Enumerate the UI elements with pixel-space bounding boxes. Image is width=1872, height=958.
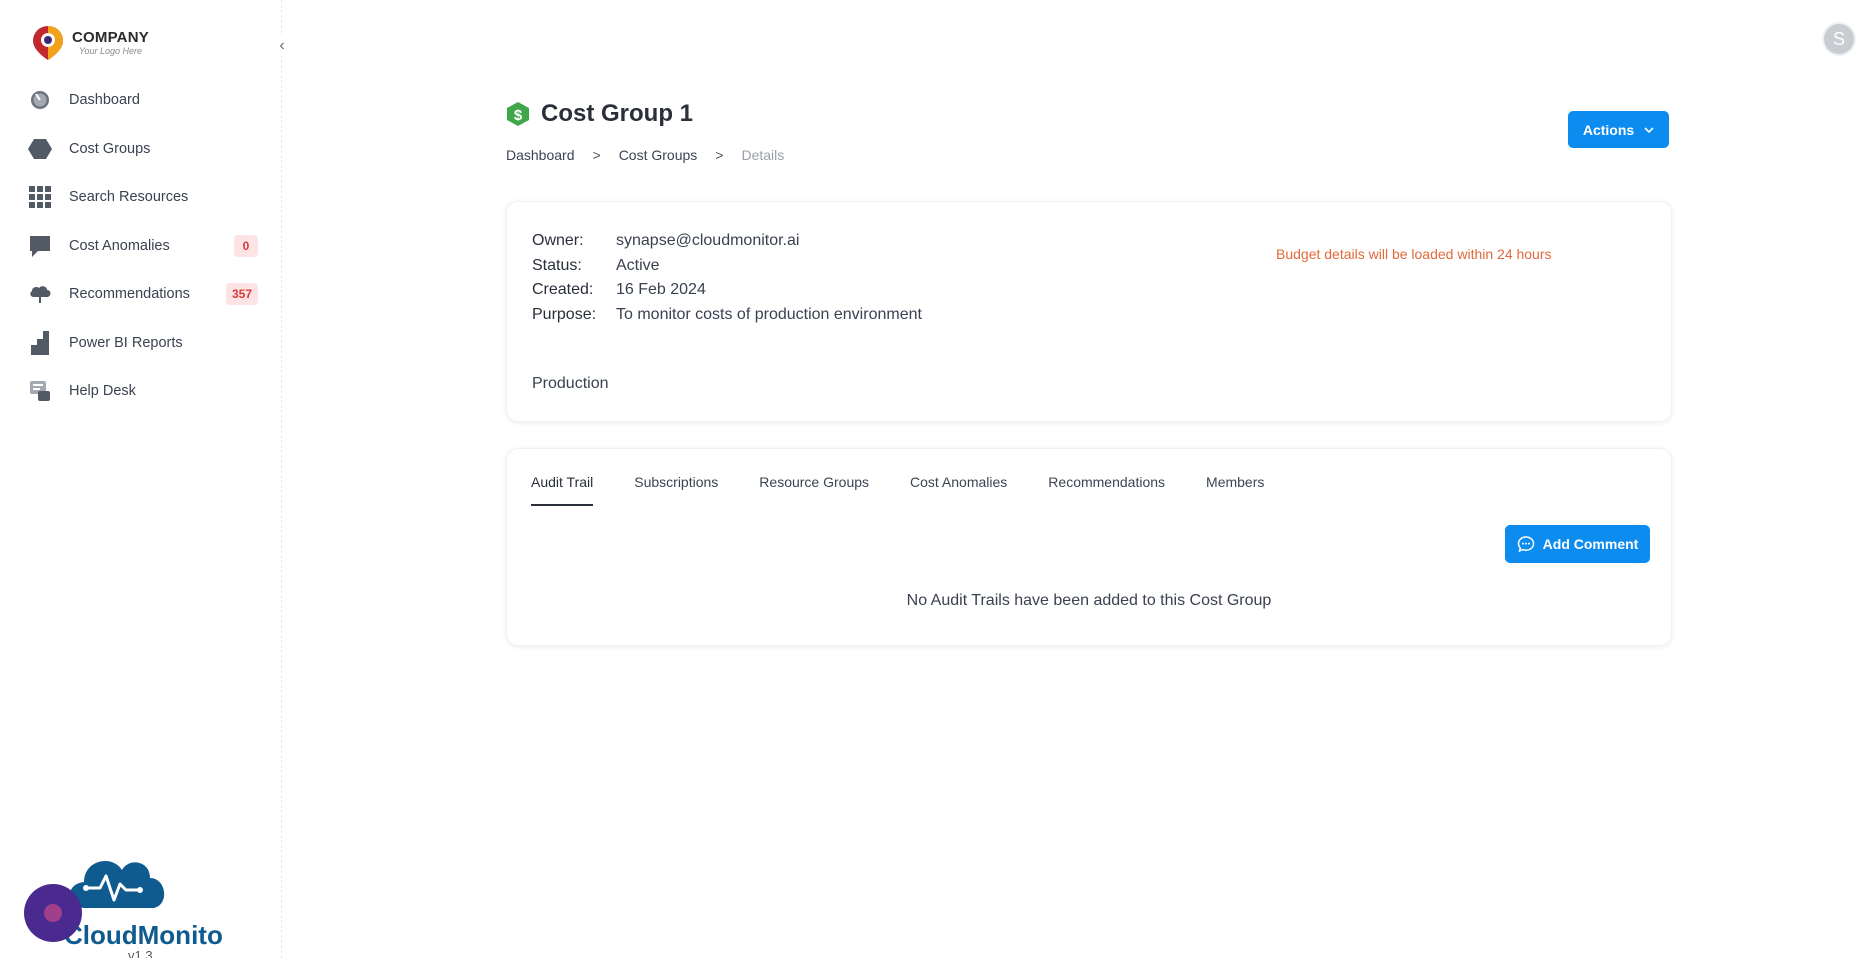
info-key: Owner:	[532, 232, 584, 250]
page-header: $ Cost Group 1	[505, 100, 693, 128]
sidebar-item-label: Power BI Reports	[69, 334, 183, 351]
hexagon-icon	[28, 137, 52, 161]
sidebar-item-label: Dashboard	[69, 92, 140, 109]
sidebar-nav: Dashboard Cost Groups Search Resources C…	[0, 76, 282, 416]
empty-state-message: No Audit Trails have been added to this …	[906, 592, 1272, 609]
app-version: v1.3	[128, 948, 153, 958]
environment-tag: Production	[532, 375, 609, 392]
logo-tagline: Your Logo Here	[79, 46, 143, 56]
breadcrumb-dashboard[interactable]: Dashboard	[506, 147, 575, 163]
dollar-hexagon-icon: $	[507, 102, 529, 126]
info-row-owner: Owner: synapse@cloudmonitor.ai	[532, 229, 922, 254]
sidebar-item-dashboard[interactable]: Dashboard	[0, 76, 282, 125]
logo-name: COMPANY	[72, 29, 149, 46]
chevron-down-icon	[1644, 126, 1654, 133]
info-key: Status:	[532, 256, 582, 274]
svg-text:$: $	[514, 107, 523, 124]
page-title: Cost Group 1	[541, 100, 694, 127]
sidebar-item-power-bi-reports[interactable]: Power BI Reports	[0, 319, 282, 368]
tab-bar: Audit Trail Subscriptions Resource Group…	[531, 474, 1305, 506]
add-comment-label: Add Comment	[1542, 536, 1639, 552]
info-row-status: Status: Active	[532, 254, 922, 279]
breadcrumb-details: Details	[741, 147, 785, 163]
sidebar-item-label: Cost Groups	[69, 140, 151, 157]
sidebar-item-recommendations[interactable]: Recommendations 357	[0, 270, 282, 319]
info-key: Created:	[532, 281, 594, 299]
tab-resource-groups[interactable]: Resource Groups	[759, 474, 869, 506]
recommendations-count-badge: 357	[225, 283, 258, 306]
comment-icon	[28, 234, 52, 258]
breadcrumb-cost-groups[interactable]: Cost Groups	[619, 147, 698, 163]
status-value: Active	[616, 256, 660, 274]
breadcrumb-separator: >	[592, 147, 601, 163]
budget-note: Budget details will be loaded within 24 …	[1276, 246, 1552, 262]
chat-dot-icon	[44, 904, 62, 922]
tab-members[interactable]: Members	[1206, 474, 1264, 506]
sidebar-item-help-desk[interactable]: Help Desk	[0, 367, 282, 416]
created-value: 16 Feb 2024	[616, 281, 706, 299]
breadcrumb: Dashboard > Cost Groups > Details	[506, 147, 784, 163]
comment-bubble-icon	[1517, 536, 1534, 553]
sidebar-item-label: Recommendations	[69, 286, 190, 303]
grid-icon	[28, 185, 52, 209]
info-key: Purpose:	[532, 305, 597, 323]
sidebar-item-label: Search Resources	[69, 189, 189, 206]
add-comment-button[interactable]: Add Comment	[1505, 525, 1650, 563]
company-logo[interactable]: COMPANY Your Logo Here	[30, 24, 149, 62]
actions-label: Actions	[1582, 121, 1635, 138]
tab-audit-trail[interactable]: Audit Trail	[531, 474, 594, 506]
details-tabs-card: Audit Trail Subscriptions Resource Group…	[506, 448, 1672, 646]
sidebar-item-label: Cost Anomalies	[69, 237, 170, 254]
sidebar-item-cost-groups[interactable]: Cost Groups	[0, 125, 282, 174]
breadcrumb-separator: >	[715, 147, 724, 163]
sidebar: COMPANY Your Logo Here Dashboard Cost Gr…	[0, 0, 282, 958]
brand-wordmark: CloudMonitor	[64, 920, 224, 950]
owner-value: synapse@cloudmonitor.ai	[616, 232, 800, 250]
chat-widget-button[interactable]	[24, 884, 82, 942]
sidebar-collapse-button[interactable]: ‹	[274, 36, 290, 56]
cloud-icon	[28, 282, 52, 306]
purpose-value: To monitor costs of production environme…	[616, 305, 922, 323]
helpdesk-icon	[28, 379, 52, 403]
tab-subscriptions[interactable]: Subscriptions	[634, 474, 718, 506]
user-avatar[interactable]: S	[1822, 22, 1856, 56]
gauge-icon	[28, 88, 52, 112]
location-pin-icon	[33, 26, 63, 60]
sidebar-item-label: Help Desk	[69, 383, 136, 400]
info-row-purpose: Purpose: To monitor costs of production …	[532, 303, 922, 328]
sidebar-item-search-resources[interactable]: Search Resources	[0, 173, 282, 222]
cost-group-info-card: Owner: synapse@cloudmonitor.ai Status: A…	[506, 201, 1672, 422]
sidebar-item-cost-anomalies[interactable]: Cost Anomalies 0	[0, 222, 282, 271]
tab-cost-anomalies[interactable]: Cost Anomalies	[910, 474, 1007, 506]
actions-dropdown-button[interactable]: Actions	[1568, 111, 1669, 148]
bar-chart-icon	[28, 330, 52, 355]
tab-recommendations[interactable]: Recommendations	[1048, 474, 1165, 506]
anomalies-count-badge: 0	[234, 234, 258, 257]
info-row-created: Created: 16 Feb 2024	[532, 278, 922, 303]
